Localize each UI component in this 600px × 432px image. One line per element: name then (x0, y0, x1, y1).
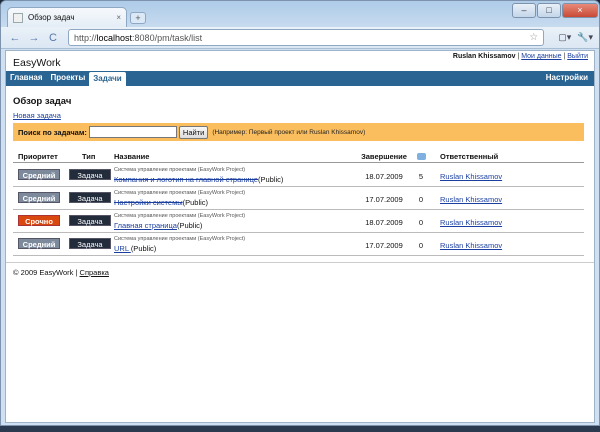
new-task-link[interactable]: Новая задача (13, 111, 61, 120)
comment-icon[interactable] (409, 152, 433, 161)
task-visibility: (Public) (130, 244, 157, 253)
col-priority[interactable]: Приоритет (18, 152, 60, 161)
menu-tasks[interactable]: Задачи (89, 72, 126, 86)
task-due: 18.07.2009 (365, 218, 403, 227)
menu-settings[interactable]: Настройки (542, 71, 594, 86)
footer-divider (6, 262, 594, 263)
page-menu-icon[interactable]: ▢▾ (558, 32, 571, 43)
task-responsible[interactable]: Ruslan Khissamov (440, 218, 502, 227)
task-responsible[interactable]: Ruslan Khissamov (440, 172, 502, 181)
task-name: Компания и логотип на главной странице(P… (114, 175, 283, 184)
task-project: Система управление проектами (EasyWork P… (114, 213, 246, 219)
task-name: Настройки системы(Public) (114, 198, 208, 207)
task-due: 17.07.2009 (365, 241, 403, 250)
menu-home[interactable]: Главная (6, 71, 47, 86)
window-controls: – □ × (511, 3, 598, 18)
col-name[interactable]: Название (114, 152, 359, 161)
web-page: EasyWork Ruslan Khissamov | Мои данные |… (5, 50, 595, 423)
page-icon (13, 12, 23, 23)
app-logo[interactable]: EasyWork (13, 57, 61, 69)
task-comments: 0 (418, 195, 424, 204)
browser-toolbar: ← → C http://localhost:8080/pm/task/list… (1, 27, 599, 49)
close-window-icon[interactable]: × (562, 3, 598, 18)
priority-badge: Средний (18, 192, 60, 203)
table-row: Срочно Задача Система управление проекта… (13, 210, 584, 233)
task-responsible[interactable]: Ruslan Khissamov (440, 241, 502, 250)
task-link[interactable]: URL (114, 244, 131, 253)
task-visibility: (Public) (257, 175, 284, 184)
menu-projects[interactable]: Проекты (47, 71, 90, 86)
new-tab-button[interactable]: + (130, 12, 146, 24)
user-name: Ruslan Khissamov (452, 53, 516, 60)
user-box: Ruslan Khissamov | Мои данные | Выйти (453, 53, 588, 60)
search-button[interactable]: Найти (178, 125, 209, 139)
url-scheme: http:// (74, 32, 97, 43)
task-comments: 5 (418, 172, 424, 181)
priority-badge: Срочно (18, 215, 60, 226)
desktop-taskbar (0, 426, 600, 432)
page-footer: © 2009 EasyWork | Справка (13, 268, 109, 277)
type-badge: Задача (69, 192, 111, 203)
search-hint: (Например: Первый проект или Ruslan Khis… (212, 128, 366, 136)
search-input[interactable] (88, 126, 177, 138)
maximize-icon[interactable]: □ (537, 3, 561, 18)
my-data-link[interactable]: Мои данные (521, 53, 561, 60)
table-row: Средний Задача Система управление проект… (13, 233, 584, 256)
main-menu: Главная Проекты Задачи Настройки (6, 71, 594, 86)
tab-strip: Обзор задач × + – □ × (1, 1, 599, 27)
priority-badge: Средний (18, 238, 60, 249)
address-bar[interactable]: http://localhost:8080/pm/task/list ☆ (68, 29, 545, 46)
logout-link[interactable]: Выйти (567, 53, 588, 60)
task-comments: 0 (418, 241, 424, 250)
url-host: localhost (96, 32, 133, 43)
minimize-icon[interactable]: – (512, 3, 536, 18)
tab-title: Обзор задач (28, 13, 75, 22)
page-title: Обзор задач (13, 96, 72, 107)
task-name: Главная страница(Public) (114, 221, 202, 230)
task-visibility: (Public) (176, 221, 203, 230)
priority-badge: Средний (18, 169, 60, 180)
task-responsible[interactable]: Ruslan Khissamov (440, 195, 502, 204)
star-icon[interactable]: ☆ (529, 32, 538, 43)
task-due: 18.07.2009 (365, 172, 403, 181)
task-link[interactable]: Компания и логотип на главной странице (114, 175, 258, 184)
task-due: 17.07.2009 (365, 195, 403, 204)
wrench-icon[interactable]: 🔧▾ (577, 32, 593, 43)
comment-bubble-icon (416, 153, 426, 160)
task-link[interactable]: Настройки системы (114, 198, 183, 207)
url-path: :8080/pm/task/list (132, 32, 203, 43)
close-icon[interactable]: × (116, 13, 121, 22)
help-link[interactable]: Справка (80, 268, 109, 277)
browser-window: Обзор задач × + – □ × ← → C http://local… (0, 0, 600, 426)
back-icon[interactable]: ← (7, 30, 23, 46)
table-row: Средний Задача Система управление проект… (13, 187, 584, 210)
task-project: Система управление проектами (EasyWork P… (114, 236, 246, 242)
page-header: EasyWork Ruslan Khissamov | Мои данные |… (6, 51, 594, 71)
task-name: URL (Public) (114, 244, 156, 253)
task-link[interactable]: Главная страница (114, 221, 177, 230)
search-label: Поиск по задачам: (18, 127, 87, 137)
forward-icon[interactable]: → (26, 30, 42, 46)
type-badge: Задача (69, 215, 111, 226)
type-badge: Задача (69, 169, 111, 180)
table-row: Средний Задача Система управление проект… (13, 164, 584, 187)
col-responsible[interactable]: Ответственный (440, 152, 580, 161)
copyright: © 2009 EasyWork | (13, 268, 80, 277)
browser-tab[interactable]: Обзор задач × (7, 7, 127, 27)
reload-icon[interactable]: C (45, 30, 61, 46)
col-due[interactable]: Завершение (359, 152, 409, 161)
task-project: Система управление проектами (EasyWork P… (114, 190, 246, 196)
task-visibility: (Public) (182, 198, 209, 207)
task-comments: 0 (418, 218, 424, 227)
table-header: Приоритет Тип Название Завершение Ответс… (13, 150, 584, 163)
search-bar: Поиск по задачам: Найти (Например: Первы… (13, 123, 584, 141)
task-project: Система управление проектами (EasyWork P… (114, 167, 246, 173)
type-badge: Задача (69, 238, 111, 249)
